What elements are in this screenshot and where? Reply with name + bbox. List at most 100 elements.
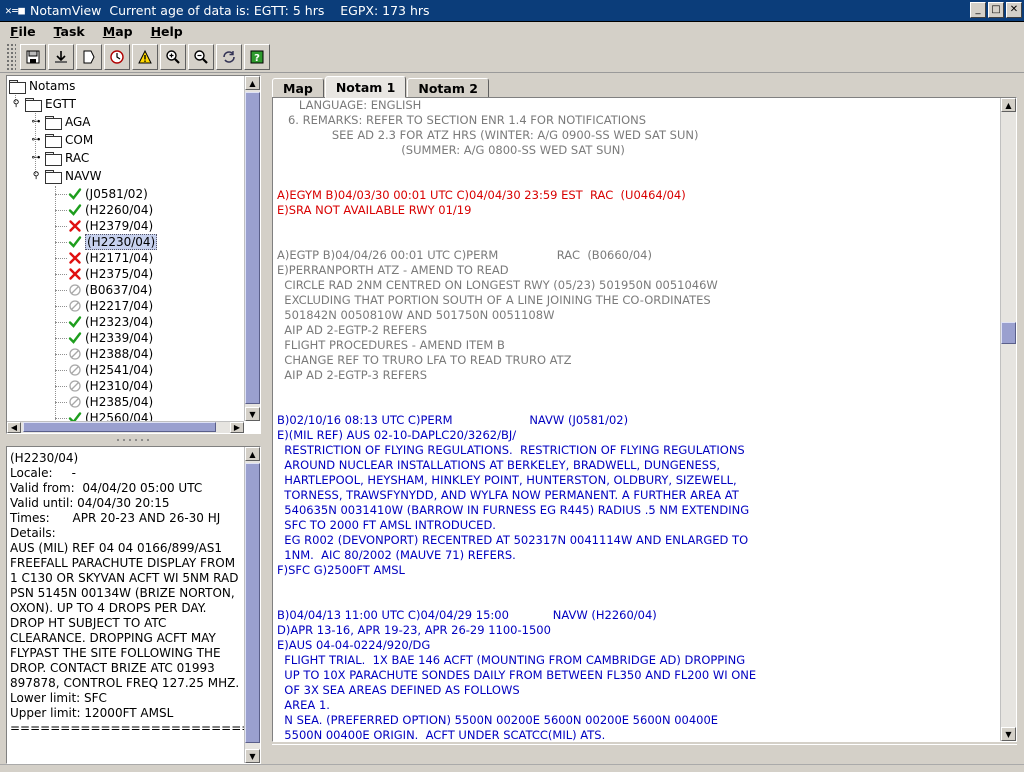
menu-help[interactable]: Help (141, 24, 191, 39)
tree-item-notam[interactable]: (H2385/04) (67, 394, 153, 410)
scroll-down-button[interactable]: ▼ (1001, 727, 1016, 741)
tree-node-navw[interactable]: ⚲ NAVW (29, 168, 102, 184)
tree-item-notam[interactable]: (H2560/04) (67, 410, 153, 421)
notam-text-line (277, 158, 999, 173)
save-button[interactable] (20, 43, 46, 70)
tree-item-notam[interactable]: (H2379/04) (67, 218, 153, 234)
tree-item-notam[interactable]: (H2541/04) (67, 362, 153, 378)
maximize-button[interactable]: □ (988, 2, 1004, 18)
detail-line: PSN 5145N 00134W (BRIZE NORTON, (10, 586, 235, 600)
unavailable-icon (67, 298, 83, 314)
tree-guide (55, 354, 67, 355)
app-icon[interactable]: ✕=■ (0, 1, 30, 21)
check-icon (67, 234, 83, 250)
tab-notam-1[interactable]: Notam 1 (324, 76, 407, 98)
zoom-out-button[interactable] (188, 43, 214, 70)
scroll-down-button[interactable]: ▼ (245, 407, 260, 421)
tree-vertical-scrollbar[interactable]: ▲ ▼ (244, 76, 260, 421)
download-button[interactable] (48, 43, 74, 70)
tree-item-notam[interactable]: (J0581/02) (67, 186, 148, 202)
help-icon: ? (250, 50, 264, 64)
warning-button[interactable] (132, 43, 158, 70)
scroll-down-button[interactable]: ▼ (245, 749, 260, 763)
tree-node-aga[interactable]: ⊶ AGA (29, 114, 91, 130)
notam-text-line: CIRCLE RAD 2NM CENTRED ON LONGEST RWY (0… (277, 278, 718, 292)
menu-file[interactable]: File (0, 24, 44, 39)
notam-text-line: AROUND NUCLEAR INSTALLATIONS AT BERKELEY… (277, 458, 721, 472)
detail-line: Valid until: 04/04/30 20:15 (10, 496, 170, 510)
detail-line: (H2230/04) (10, 451, 79, 465)
scroll-up-button[interactable]: ▲ (245, 76, 260, 90)
tree-item-notam[interactable]: (H2310/04) (67, 378, 153, 394)
collapsed-icon[interactable]: ⊶ (29, 117, 43, 127)
tree-item-label: (H2230/04) (85, 234, 158, 250)
tree-item-notam[interactable]: (H2388/04) (67, 346, 153, 362)
tree-item-label: (H2171/04) (85, 251, 154, 265)
tree-item-notam[interactable]: (H2375/04) (67, 266, 153, 282)
tree-node-egtt[interactable]: ⚲ EGTT (9, 96, 76, 112)
notam-text-line: F)SFC G)2500FT AMSL (277, 563, 405, 577)
menu-map[interactable]: Map (93, 24, 141, 39)
help-button[interactable]: ? (244, 43, 270, 70)
tree-node-rac[interactable]: ⊶ RAC (29, 150, 89, 166)
close-icon: ✕ (1009, 4, 1019, 15)
scroll-thumb[interactable] (245, 92, 260, 404)
tree-item-label: (H2339/04) (85, 331, 154, 345)
menu-task-label: ask (60, 23, 85, 39)
tree-item-notam[interactable]: (H2230/04) (67, 234, 158, 250)
tree-horizontal-scrollbar[interactable]: ◀ ▶ (7, 421, 244, 433)
notam-tree[interactable]: Notams ⚲ EGTT ⊶ AGA ⊶ COM ⊶ RAC ⚲ NAVW (… (7, 76, 244, 421)
tree-item-notam[interactable]: (H2171/04) (67, 250, 153, 266)
expanded-icon[interactable]: ⚲ (9, 99, 23, 109)
horizontal-splitter[interactable] (6, 436, 261, 444)
next-page-button[interactable] (76, 43, 102, 70)
scroll-up-button[interactable]: ▲ (1001, 98, 1016, 112)
detail-line: 897878, CONTROL FREQ 127.25 MHZ. (10, 676, 240, 690)
detail-line: FREEFALL PARACHUTE DISPLAY FROM (10, 556, 236, 570)
tab-map[interactable]: Map (272, 78, 324, 98)
scroll-thumb[interactable] (245, 463, 260, 743)
download-icon (55, 50, 67, 63)
notam-text[interactable]: LANGUAGE: ENGLISH 6. REMARKS: REFER TO S… (277, 98, 999, 741)
content-vertical-scrollbar[interactable]: ▲ ▼ (1000, 98, 1016, 741)
notam-text-line (277, 398, 999, 413)
refresh-button[interactable] (216, 43, 242, 70)
tree-item-notam[interactable]: (B0637/04) (67, 282, 152, 298)
notam-text-line (277, 593, 999, 608)
tree-item-notam[interactable]: (H2323/04) (67, 314, 153, 330)
unavailable-icon (67, 346, 83, 362)
close-button[interactable]: ✕ (1006, 2, 1022, 18)
expanded-icon[interactable]: ⚲ (29, 171, 43, 181)
tree-item-notam[interactable]: (H2260/04) (67, 202, 153, 218)
tree-guide (55, 210, 67, 211)
tree-node-com[interactable]: ⊶ COM (29, 132, 93, 148)
collapsed-icon[interactable]: ⊶ (29, 153, 43, 163)
tree-item-notam[interactable]: (H2217/04) (67, 298, 153, 314)
tree-item-notam[interactable]: (H2339/04) (67, 330, 153, 346)
unavailable-icon (67, 362, 83, 378)
scroll-left-button[interactable]: ◀ (7, 422, 21, 433)
toolbar-grip[interactable] (6, 42, 16, 71)
toolbar: ? (0, 41, 1024, 73)
scroll-right-button[interactable]: ▶ (230, 422, 244, 433)
scroll-up-button[interactable]: ▲ (245, 447, 260, 461)
collapsed-icon[interactable]: ⊶ (29, 135, 43, 145)
notam-text-line: EG R002 (DEVONPORT) RECENTRED AT 502317N… (277, 533, 749, 547)
zoom-in-button[interactable] (160, 43, 186, 70)
scroll-thumb[interactable] (23, 422, 216, 432)
menu-file-label: ile (18, 23, 36, 39)
notam-text-line (277, 383, 999, 398)
detail-line: Valid from: 04/04/20 05:00 UTC (10, 481, 203, 495)
tree-root[interactable]: Notams (9, 78, 75, 94)
menu-task[interactable]: Task (44, 24, 93, 39)
tab-label: Map (283, 80, 313, 96)
scroll-thumb[interactable] (1001, 322, 1016, 344)
details-vertical-scrollbar[interactable]: ▲ ▼ (244, 447, 260, 763)
title-bar[interactable]: ✕=■ NotamView Current age of data is: EG… (0, 0, 1024, 22)
detail-line: DROP. CONTACT BRIZE ATC 01993 (10, 661, 215, 675)
tab-notam-2[interactable]: Notam 2 (407, 78, 489, 98)
clock-button[interactable] (104, 43, 130, 70)
vertical-splitter[interactable] (263, 75, 269, 765)
minimize-button[interactable]: _ (970, 2, 986, 18)
tree-node-label: RAC (65, 151, 90, 165)
